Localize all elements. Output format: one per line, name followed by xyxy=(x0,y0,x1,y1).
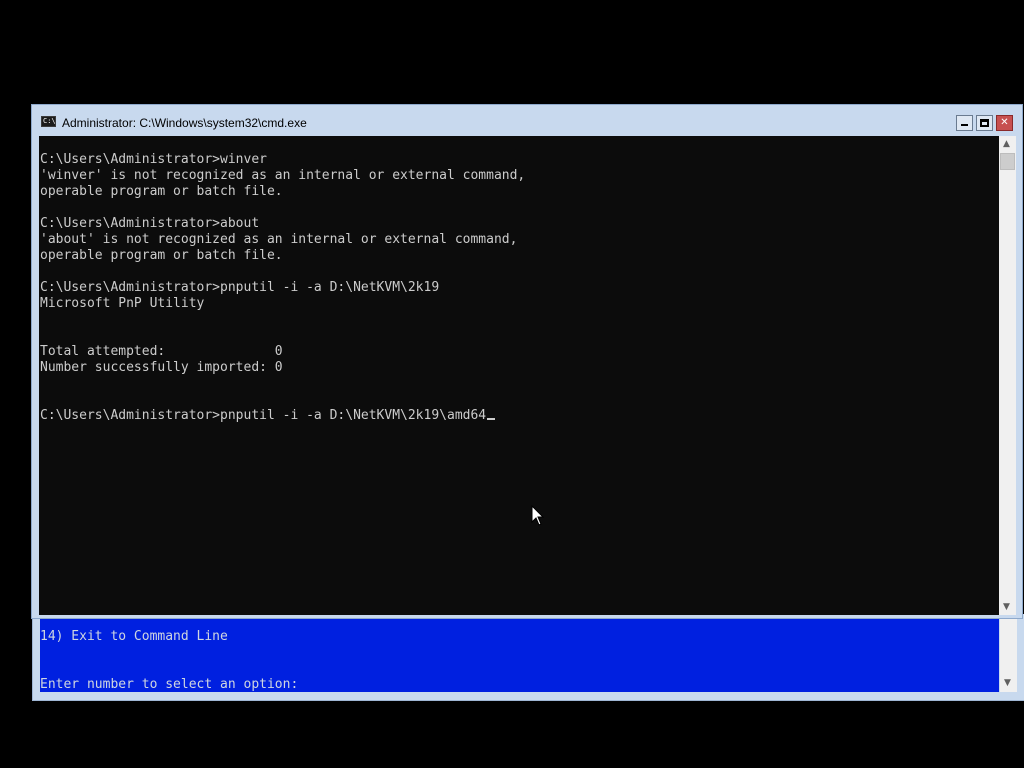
scroll-down-icon[interactable]: ▼ xyxy=(1003,602,1010,612)
background-console-area[interactable]: 13) Shut Down Server 14) Exit to Command… xyxy=(40,606,999,692)
cmd-app-icon: C:\ xyxy=(41,116,56,127)
console-line: 'about' is not recognized as an internal… xyxy=(40,232,518,247)
console-current-command[interactable]: C:\Users\Administrator>pnputil -i -a D:\… xyxy=(40,408,496,424)
scrollbar-thumb[interactable] xyxy=(1000,153,1015,170)
scroll-down-icon[interactable]: ▼ xyxy=(1004,678,1011,688)
cmd-window[interactable]: C:\ Administrator: C:\Windows\system32\c… xyxy=(31,104,1023,619)
maximize-icon xyxy=(980,119,989,127)
scroll-up-icon[interactable]: ▲ xyxy=(1003,139,1010,149)
bg-console-prompt: Enter number to select an option: xyxy=(40,677,299,692)
console-line: Number successfully imported: 0 xyxy=(40,360,283,375)
minimize-button[interactable] xyxy=(956,115,973,131)
console-line: C:\Users\Administrator>about xyxy=(40,216,260,231)
console-output[interactable]: C:\Users\Administrator>winver 'winver' i… xyxy=(39,136,999,615)
console-line: C:\Users\Administrator>pnputil -i -a D:\… xyxy=(40,280,440,295)
minimize-icon xyxy=(961,124,968,126)
console-line: operable program or batch file. xyxy=(40,248,283,263)
console-line: operable program or batch file. xyxy=(40,184,283,199)
console-line: Microsoft PnP Utility xyxy=(40,296,205,311)
close-button[interactable]: ✕ xyxy=(996,115,1013,131)
console-scrollbar[interactable]: ▲ ▼ xyxy=(999,136,1016,615)
title-bar[interactable]: C:\ Administrator: C:\Windows\system32\c… xyxy=(32,105,1022,135)
mouse-pointer-icon xyxy=(531,505,545,526)
bg-console-scrollbar[interactable]: ▼ xyxy=(1000,614,1017,692)
console-input-text: C:\Users\Administrator>pnputil -i -a D:\… xyxy=(40,408,487,423)
window-title: Administrator: C:\Windows\system32\cmd.e… xyxy=(62,116,307,130)
console-line: 'winver' is not recognized as an interna… xyxy=(40,168,526,183)
bg-console-line: 14) Exit to Command Line xyxy=(40,629,228,644)
console-line: C:\Users\Administrator>winver xyxy=(40,152,267,167)
background-console-window[interactable]: 13) Shut Down Server 14) Exit to Command… xyxy=(32,606,1024,701)
maximize-button[interactable] xyxy=(976,115,993,131)
text-cursor xyxy=(487,418,496,420)
console-line: Total attempted: 0 xyxy=(40,344,283,359)
close-icon: ✕ xyxy=(1000,117,1009,128)
